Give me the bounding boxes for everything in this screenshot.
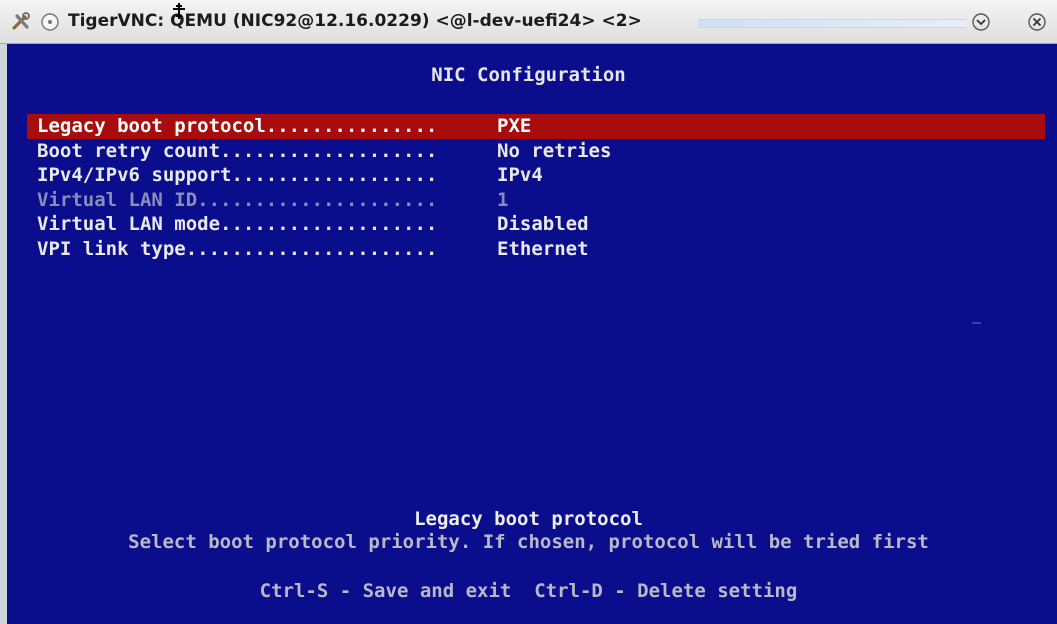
circle-icon[interactable] [39, 11, 61, 33]
mouse-cursor-icon [173, 3, 185, 19]
window-title: TigerVNC: QEMU (NIC92@12.16.0229) <@l-de… [68, 11, 642, 31]
menu-item-label: Boot retry count [37, 139, 221, 162]
menu-item-vpi-link-type[interactable]: VPI link type...................... Ethe… [27, 237, 1045, 262]
menu-item-label: VPI link type [37, 237, 186, 260]
menu-item-value: 1 [497, 188, 509, 211]
menu-item-dots: ................... [220, 213, 438, 235]
menu-item-value: Disabled [497, 213, 589, 235]
menu-item-dots: ...................... [185, 237, 438, 260]
menu-item-value: IPv4 [497, 164, 543, 186]
key-hints: Ctrl-S - Save and exit Ctrl-D - Delete s… [259, 580, 798, 602]
menu-item-virtual-lan-mode[interactable]: Virtual LAN mode................... Disa… [27, 212, 1045, 237]
menu-item-dots: .................. [231, 164, 438, 186]
menu-item-legacy-boot-protocol[interactable]: Legacy boot protocol............... PXE [27, 114, 1045, 139]
close-circle-icon[interactable] [1026, 11, 1048, 33]
menu-item-dots: ................... [220, 139, 438, 162]
menu-item-label: Virtual LAN ID [37, 188, 198, 211]
settings-menu: Legacy boot protocol............... PXE … [27, 114, 1045, 261]
window-title-bar[interactable]: TigerVNC: QEMU (NIC92@12.16.0229) <@l-de… [0, 0, 1057, 44]
menu-item-label: IPv4/IPv6 support [37, 164, 232, 186]
menu-item-value: No retries [497, 139, 612, 162]
menu-item-value: PXE [497, 115, 532, 137]
menu-item-ipv4-ipv6-support[interactable]: IPv4/IPv6 support.................. IPv4 [27, 163, 1045, 188]
page-title: NIC Configuration [431, 64, 626, 86]
menu-item-label: Legacy boot protocol [37, 115, 266, 137]
menu-item-label: Virtual LAN mode [37, 213, 221, 235]
menu-item-dots: ..................... [197, 188, 438, 211]
help-title: Legacy boot protocol [414, 508, 643, 530]
menu-item-dots: ............... [265, 115, 438, 137]
vnc-screen[interactable]: NIC Configuration Legacy boot protocol..… [0, 44, 1057, 624]
screen-artifact [972, 322, 981, 324]
menu-item-virtual-lan-id: Virtual LAN ID..................... 1 [27, 188, 1045, 213]
chevron-down-circle-icon[interactable] [970, 11, 992, 33]
menu-item-value: Ethernet [497, 237, 589, 260]
help-description: Select boot protocol priority. If chosen… [128, 531, 929, 553]
tools-icon[interactable] [10, 11, 32, 33]
menu-item-boot-retry-count[interactable]: Boot retry count................... No r… [27, 139, 1045, 164]
title-bar-fill [698, 19, 966, 28]
